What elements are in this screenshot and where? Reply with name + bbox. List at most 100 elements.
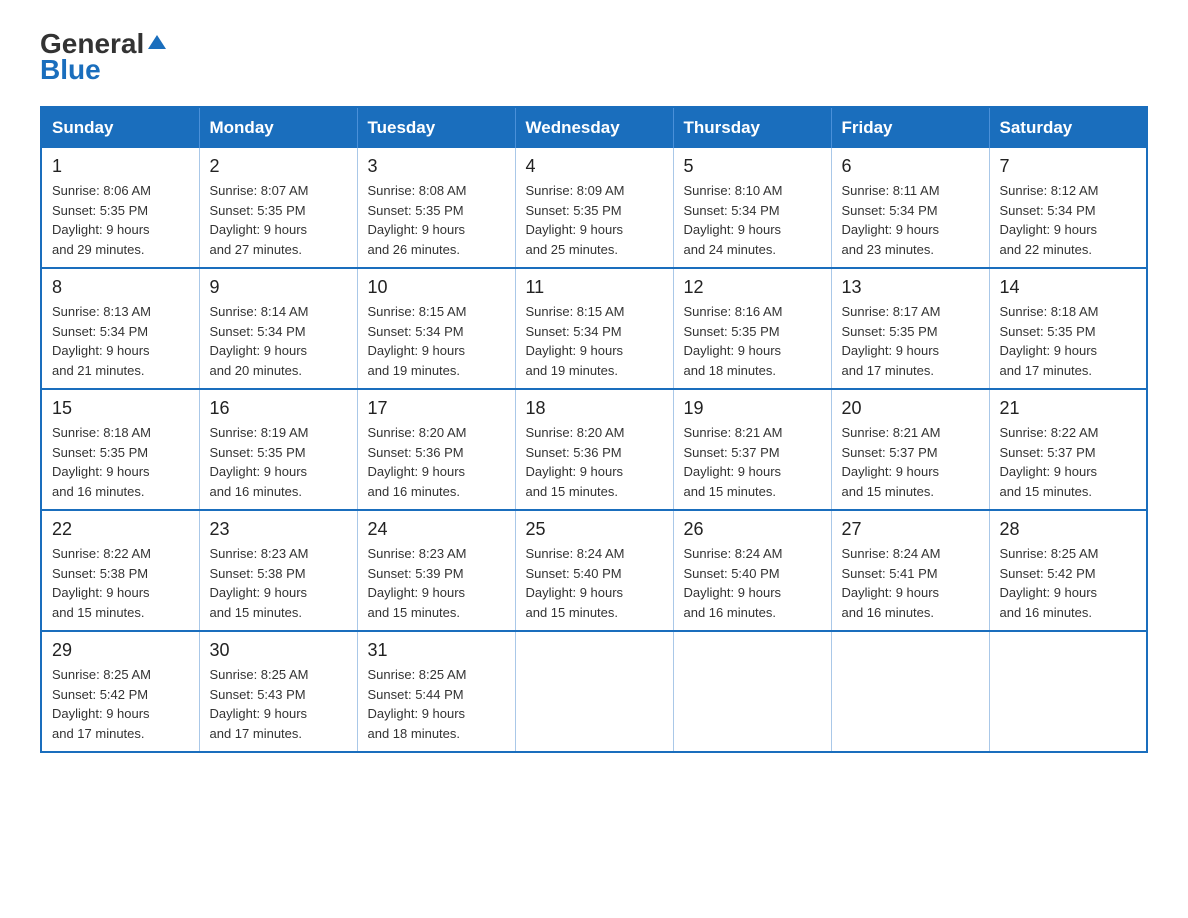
day-number: 7 <box>1000 156 1137 177</box>
calendar-day-cell: 28 Sunrise: 8:25 AM Sunset: 5:42 PM Dayl… <box>989 510 1147 631</box>
calendar-day-cell: 17 Sunrise: 8:20 AM Sunset: 5:36 PM Dayl… <box>357 389 515 510</box>
calendar-day-cell: 18 Sunrise: 8:20 AM Sunset: 5:36 PM Dayl… <box>515 389 673 510</box>
day-info: Sunrise: 8:10 AM Sunset: 5:34 PM Dayligh… <box>684 181 821 259</box>
calendar-day-cell: 19 Sunrise: 8:21 AM Sunset: 5:37 PM Dayl… <box>673 389 831 510</box>
day-info: Sunrise: 8:16 AM Sunset: 5:35 PM Dayligh… <box>684 302 821 380</box>
day-number: 27 <box>842 519 979 540</box>
day-number: 10 <box>368 277 505 298</box>
day-info: Sunrise: 8:25 AM Sunset: 5:43 PM Dayligh… <box>210 665 347 743</box>
day-number: 22 <box>52 519 189 540</box>
day-of-week-header: Wednesday <box>515 107 673 148</box>
calendar-week-row: 29 Sunrise: 8:25 AM Sunset: 5:42 PM Dayl… <box>41 631 1147 752</box>
calendar-day-cell: 29 Sunrise: 8:25 AM Sunset: 5:42 PM Dayl… <box>41 631 199 752</box>
calendar-day-cell: 27 Sunrise: 8:24 AM Sunset: 5:41 PM Dayl… <box>831 510 989 631</box>
calendar-table: SundayMondayTuesdayWednesdayThursdayFrid… <box>40 106 1148 753</box>
day-info: Sunrise: 8:25 AM Sunset: 5:42 PM Dayligh… <box>1000 544 1137 622</box>
calendar-day-cell: 20 Sunrise: 8:21 AM Sunset: 5:37 PM Dayl… <box>831 389 989 510</box>
day-info: Sunrise: 8:21 AM Sunset: 5:37 PM Dayligh… <box>684 423 821 501</box>
day-info: Sunrise: 8:24 AM Sunset: 5:41 PM Dayligh… <box>842 544 979 622</box>
day-number: 30 <box>210 640 347 661</box>
page-header: General Blue <box>40 30 1148 86</box>
day-number: 31 <box>368 640 505 661</box>
calendar-day-cell: 10 Sunrise: 8:15 AM Sunset: 5:34 PM Dayl… <box>357 268 515 389</box>
day-of-week-header: Tuesday <box>357 107 515 148</box>
day-number: 17 <box>368 398 505 419</box>
day-number: 15 <box>52 398 189 419</box>
day-of-week-header: Saturday <box>989 107 1147 148</box>
calendar-day-cell: 23 Sunrise: 8:23 AM Sunset: 5:38 PM Dayl… <box>199 510 357 631</box>
day-info: Sunrise: 8:11 AM Sunset: 5:34 PM Dayligh… <box>842 181 979 259</box>
calendar-day-cell: 15 Sunrise: 8:18 AM Sunset: 5:35 PM Dayl… <box>41 389 199 510</box>
day-of-week-header: Sunday <box>41 107 199 148</box>
calendar-day-cell: 25 Sunrise: 8:24 AM Sunset: 5:40 PM Dayl… <box>515 510 673 631</box>
day-number: 23 <box>210 519 347 540</box>
day-number: 5 <box>684 156 821 177</box>
calendar-day-cell: 6 Sunrise: 8:11 AM Sunset: 5:34 PM Dayli… <box>831 148 989 268</box>
day-info: Sunrise: 8:22 AM Sunset: 5:38 PM Dayligh… <box>52 544 189 622</box>
day-of-week-header: Friday <box>831 107 989 148</box>
day-info: Sunrise: 8:25 AM Sunset: 5:42 PM Dayligh… <box>52 665 189 743</box>
calendar-day-cell: 26 Sunrise: 8:24 AM Sunset: 5:40 PM Dayl… <box>673 510 831 631</box>
day-info: Sunrise: 8:14 AM Sunset: 5:34 PM Dayligh… <box>210 302 347 380</box>
logo-blue-text: Blue <box>40 54 101 86</box>
day-info: Sunrise: 8:09 AM Sunset: 5:35 PM Dayligh… <box>526 181 663 259</box>
calendar-day-cell <box>831 631 989 752</box>
calendar-week-row: 15 Sunrise: 8:18 AM Sunset: 5:35 PM Dayl… <box>41 389 1147 510</box>
day-number: 19 <box>684 398 821 419</box>
day-info: Sunrise: 8:18 AM Sunset: 5:35 PM Dayligh… <box>1000 302 1137 380</box>
day-number: 21 <box>1000 398 1137 419</box>
calendar-day-cell: 3 Sunrise: 8:08 AM Sunset: 5:35 PM Dayli… <box>357 148 515 268</box>
day-number: 3 <box>368 156 505 177</box>
calendar-day-cell: 24 Sunrise: 8:23 AM Sunset: 5:39 PM Dayl… <box>357 510 515 631</box>
calendar-week-row: 22 Sunrise: 8:22 AM Sunset: 5:38 PM Dayl… <box>41 510 1147 631</box>
calendar-day-cell: 1 Sunrise: 8:06 AM Sunset: 5:35 PM Dayli… <box>41 148 199 268</box>
day-info: Sunrise: 8:06 AM Sunset: 5:35 PM Dayligh… <box>52 181 189 259</box>
day-info: Sunrise: 8:17 AM Sunset: 5:35 PM Dayligh… <box>842 302 979 380</box>
day-number: 16 <box>210 398 347 419</box>
day-number: 6 <box>842 156 979 177</box>
day-info: Sunrise: 8:20 AM Sunset: 5:36 PM Dayligh… <box>368 423 505 501</box>
calendar-day-cell: 13 Sunrise: 8:17 AM Sunset: 5:35 PM Dayl… <box>831 268 989 389</box>
day-info: Sunrise: 8:21 AM Sunset: 5:37 PM Dayligh… <box>842 423 979 501</box>
day-number: 2 <box>210 156 347 177</box>
day-info: Sunrise: 8:24 AM Sunset: 5:40 PM Dayligh… <box>684 544 821 622</box>
calendar-day-cell: 31 Sunrise: 8:25 AM Sunset: 5:44 PM Dayl… <box>357 631 515 752</box>
calendar-day-cell: 14 Sunrise: 8:18 AM Sunset: 5:35 PM Dayl… <box>989 268 1147 389</box>
day-info: Sunrise: 8:19 AM Sunset: 5:35 PM Dayligh… <box>210 423 347 501</box>
day-of-week-header: Monday <box>199 107 357 148</box>
calendar-day-cell <box>673 631 831 752</box>
day-number: 11 <box>526 277 663 298</box>
day-number: 29 <box>52 640 189 661</box>
calendar-week-row: 1 Sunrise: 8:06 AM Sunset: 5:35 PM Dayli… <box>41 148 1147 268</box>
calendar-day-cell: 30 Sunrise: 8:25 AM Sunset: 5:43 PM Dayl… <box>199 631 357 752</box>
day-number: 20 <box>842 398 979 419</box>
calendar-day-cell: 22 Sunrise: 8:22 AM Sunset: 5:38 PM Dayl… <box>41 510 199 631</box>
calendar-header-row: SundayMondayTuesdayWednesdayThursdayFrid… <box>41 107 1147 148</box>
logo-triangle-icon <box>146 31 168 53</box>
day-info: Sunrise: 8:23 AM Sunset: 5:38 PM Dayligh… <box>210 544 347 622</box>
day-number: 9 <box>210 277 347 298</box>
day-info: Sunrise: 8:08 AM Sunset: 5:35 PM Dayligh… <box>368 181 505 259</box>
day-info: Sunrise: 8:12 AM Sunset: 5:34 PM Dayligh… <box>1000 181 1137 259</box>
calendar-day-cell: 12 Sunrise: 8:16 AM Sunset: 5:35 PM Dayl… <box>673 268 831 389</box>
calendar-day-cell <box>989 631 1147 752</box>
calendar-day-cell: 7 Sunrise: 8:12 AM Sunset: 5:34 PM Dayli… <box>989 148 1147 268</box>
calendar-day-cell: 5 Sunrise: 8:10 AM Sunset: 5:34 PM Dayli… <box>673 148 831 268</box>
day-info: Sunrise: 8:15 AM Sunset: 5:34 PM Dayligh… <box>526 302 663 380</box>
day-info: Sunrise: 8:18 AM Sunset: 5:35 PM Dayligh… <box>52 423 189 501</box>
day-info: Sunrise: 8:15 AM Sunset: 5:34 PM Dayligh… <box>368 302 505 380</box>
calendar-day-cell: 11 Sunrise: 8:15 AM Sunset: 5:34 PM Dayl… <box>515 268 673 389</box>
calendar-day-cell: 21 Sunrise: 8:22 AM Sunset: 5:37 PM Dayl… <box>989 389 1147 510</box>
day-number: 12 <box>684 277 821 298</box>
logo: General Blue <box>40 30 168 86</box>
day-info: Sunrise: 8:25 AM Sunset: 5:44 PM Dayligh… <box>368 665 505 743</box>
day-number: 1 <box>52 156 189 177</box>
calendar-day-cell: 2 Sunrise: 8:07 AM Sunset: 5:35 PM Dayli… <box>199 148 357 268</box>
day-info: Sunrise: 8:22 AM Sunset: 5:37 PM Dayligh… <box>1000 423 1137 501</box>
calendar-day-cell: 9 Sunrise: 8:14 AM Sunset: 5:34 PM Dayli… <box>199 268 357 389</box>
calendar-week-row: 8 Sunrise: 8:13 AM Sunset: 5:34 PM Dayli… <box>41 268 1147 389</box>
calendar-day-cell <box>515 631 673 752</box>
day-info: Sunrise: 8:24 AM Sunset: 5:40 PM Dayligh… <box>526 544 663 622</box>
day-info: Sunrise: 8:23 AM Sunset: 5:39 PM Dayligh… <box>368 544 505 622</box>
day-info: Sunrise: 8:20 AM Sunset: 5:36 PM Dayligh… <box>526 423 663 501</box>
